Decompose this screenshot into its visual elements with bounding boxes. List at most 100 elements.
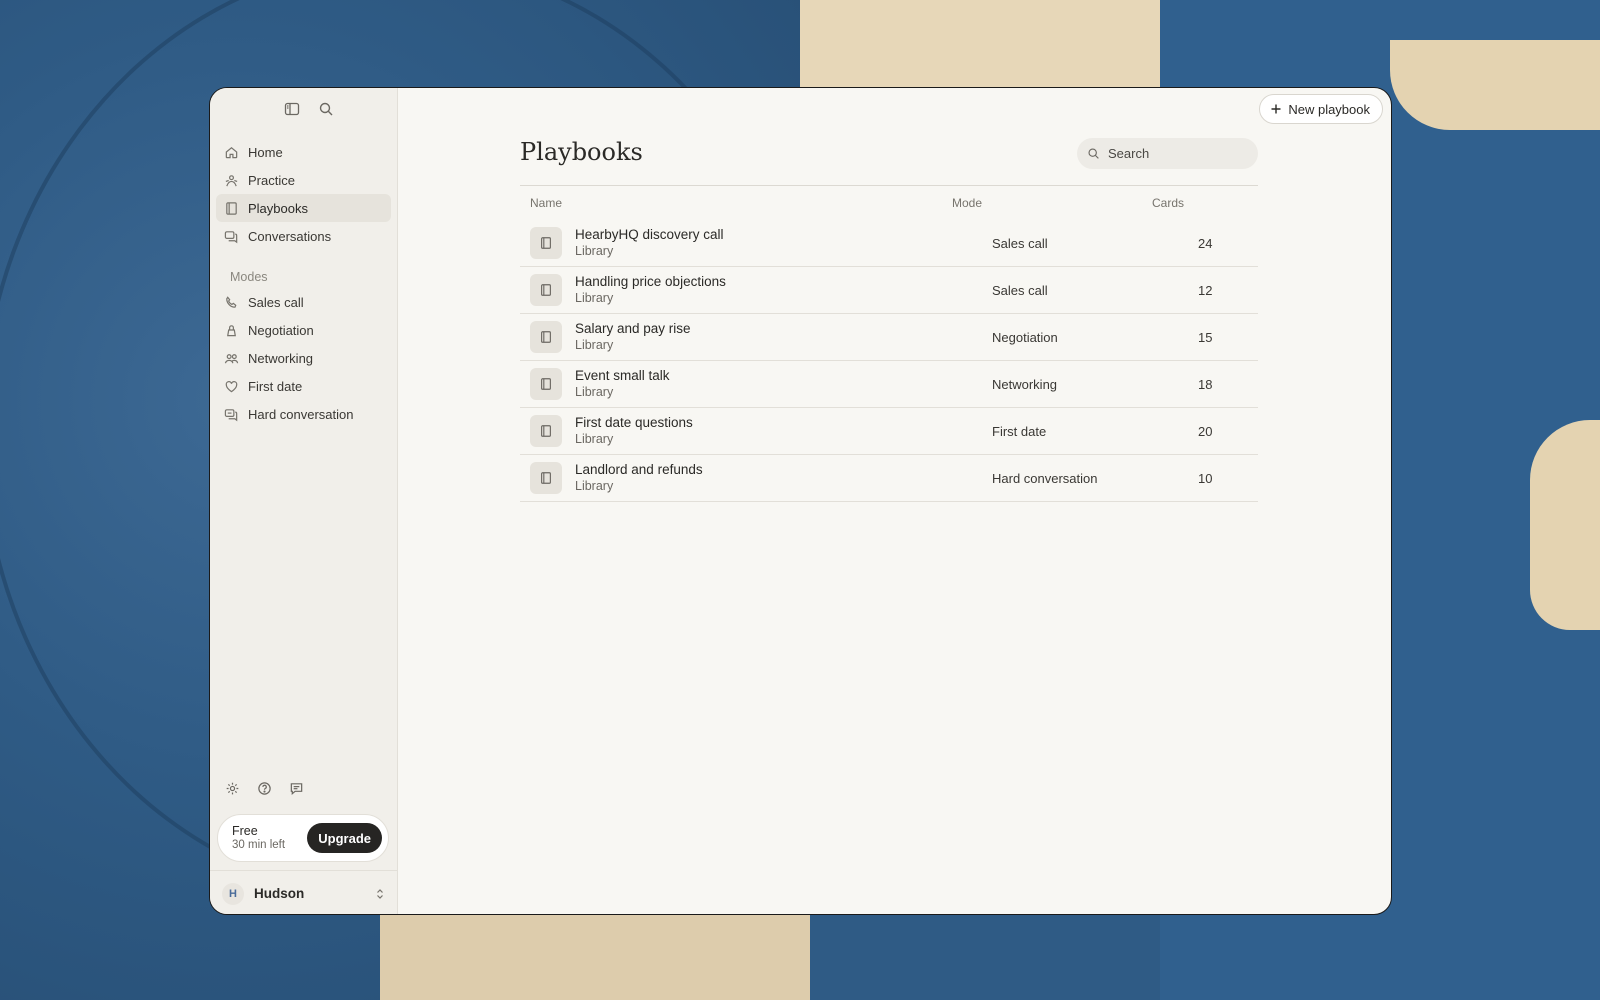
mode-item-first-date[interactable]: First date (216, 372, 391, 400)
row-title: HearbyHQ discovery call (575, 227, 724, 242)
row-title: Event small talk (575, 368, 670, 383)
sidebar-utility-icons (222, 778, 306, 798)
row-mode: Negotiation (992, 329, 1058, 345)
row-source: Library (575, 338, 614, 352)
row-text: Handling price objections Library (575, 274, 726, 306)
table-header: Name Mode Cards (520, 186, 1258, 220)
row-source: Library (575, 244, 614, 258)
row-cards: 12 (1198, 282, 1213, 298)
row-text: Landlord and refunds Library (575, 462, 703, 494)
app-window: Home Practice Playbooks Conversations Mo… (209, 87, 1392, 915)
chat-icon (224, 230, 238, 243)
user-name: Hudson (254, 886, 305, 901)
people-icon (224, 353, 239, 363)
plan-name: Free (232, 824, 258, 838)
row-cards: 10 (1198, 470, 1213, 486)
plus-icon (1271, 104, 1281, 114)
nav-item-label: Playbooks (248, 200, 308, 216)
table-row[interactable]: Handling price objections Library Sales … (520, 267, 1258, 314)
row-cards: 18 (1198, 376, 1213, 392)
table-row[interactable]: Event small talk Library Networking 18 (520, 361, 1258, 408)
sidebar-toolbar (210, 88, 397, 130)
background-cream-right-lower (1530, 420, 1600, 630)
nav-item-conversations[interactable]: Conversations (216, 222, 391, 250)
row-text: Salary and pay rise Library (575, 321, 691, 353)
user-menu[interactable]: H Hudson (210, 870, 398, 914)
table-row[interactable]: HearbyHQ discovery call Library Sales ca… (520, 220, 1258, 267)
row-cards: 24 (1198, 235, 1213, 251)
search-icon[interactable] (316, 99, 336, 119)
nav-item-label: Practice (248, 172, 295, 188)
row-cards: 15 (1198, 329, 1213, 345)
row-name-cell: First date questions Library (520, 415, 952, 447)
row-title: Landlord and refunds (575, 462, 703, 477)
mode-item-sales-call[interactable]: Sales call (216, 288, 391, 316)
column-header-name[interactable]: Name (520, 196, 952, 210)
row-source: Library (575, 385, 614, 399)
nav-item-label: Home (248, 144, 283, 160)
row-title: Salary and pay rise (575, 321, 691, 336)
row-name-cell: HearbyHQ discovery call Library (520, 227, 952, 259)
row-name-cell: Landlord and refunds Library (520, 462, 952, 494)
nav-item-playbooks[interactable]: Playbooks (216, 194, 391, 222)
heart-icon (225, 380, 238, 392)
table-row[interactable]: Salary and pay rise Library Negotiation … (520, 314, 1258, 361)
plan-remaining: 30 min left (232, 839, 286, 851)
row-source: Library (575, 291, 614, 305)
background-cream-bottom (380, 910, 810, 1000)
column-header-mode[interactable]: Mode (952, 196, 1152, 210)
gear-icon[interactable] (222, 778, 242, 798)
row-mode: Sales call (992, 235, 1048, 251)
new-playbook-button[interactable]: New playbook (1259, 94, 1383, 124)
plan-card: Free 30 min left Upgrade (217, 814, 389, 862)
column-header-cards[interactable]: Cards (1152, 196, 1258, 210)
row-source: Library (575, 479, 614, 493)
avatar: H (222, 882, 244, 905)
row-cards: 20 (1198, 423, 1213, 439)
sidebar-toggle-icon[interactable] (282, 99, 302, 119)
table-row[interactable]: First date questions Library First date … (520, 408, 1258, 455)
row-title: Handling price objections (575, 274, 726, 289)
upgrade-button[interactable]: Upgrade (307, 823, 382, 853)
row-name-cell: Event small talk Library (520, 368, 952, 400)
background-cream-right (1390, 40, 1600, 130)
primary-nav: Home Practice Playbooks Conversations Mo… (210, 130, 397, 428)
mode-item-negotiation[interactable]: Negotiation (216, 316, 391, 344)
book-icon (530, 415, 562, 447)
mode-item-hard-conversation[interactable]: Hard conversation (216, 400, 391, 428)
practice-icon (225, 174, 238, 186)
row-mode: Networking (992, 376, 1058, 392)
main-content: New playbook Playbooks Name Mode Cards H… (398, 88, 1391, 914)
row-source: Library (575, 432, 614, 446)
row-title: First date questions (575, 415, 693, 430)
search-input[interactable] (1108, 146, 1248, 161)
new-playbook-label: New playbook (1288, 101, 1370, 117)
scale-icon (227, 324, 236, 336)
mode-item-label: Hard conversation (248, 406, 354, 422)
phone-icon (226, 295, 237, 308)
table-row[interactable]: Landlord and refunds Library Hard conver… (520, 455, 1258, 502)
row-text: HearbyHQ discovery call Library (575, 227, 724, 259)
sidebar: Home Practice Playbooks Conversations Mo… (210, 88, 398, 914)
book-icon (530, 462, 562, 494)
help-icon[interactable] (254, 778, 274, 798)
nav-item-label: Conversations (248, 228, 332, 244)
nav-item-home[interactable]: Home (216, 138, 391, 166)
mode-item-label: Sales call (248, 294, 304, 310)
row-name-cell: Handling price objections Library (520, 274, 952, 306)
book-icon (530, 368, 562, 400)
book-icon (226, 201, 237, 215)
row-mode: First date (992, 423, 1047, 439)
mode-item-label: First date (248, 378, 303, 394)
book-icon (530, 274, 562, 306)
search-icon (1088, 148, 1099, 159)
modes-section-label: Modes (230, 270, 268, 284)
nav-item-practice[interactable]: Practice (216, 166, 391, 194)
row-name-cell: Salary and pay rise Library (520, 321, 952, 353)
feedback-icon[interactable] (286, 778, 306, 798)
row-text: Event small talk Library (575, 368, 670, 400)
book-icon (530, 321, 562, 353)
home-icon (225, 146, 238, 158)
mode-item-networking[interactable]: Networking (216, 344, 391, 372)
row-mode: Sales call (992, 282, 1048, 298)
